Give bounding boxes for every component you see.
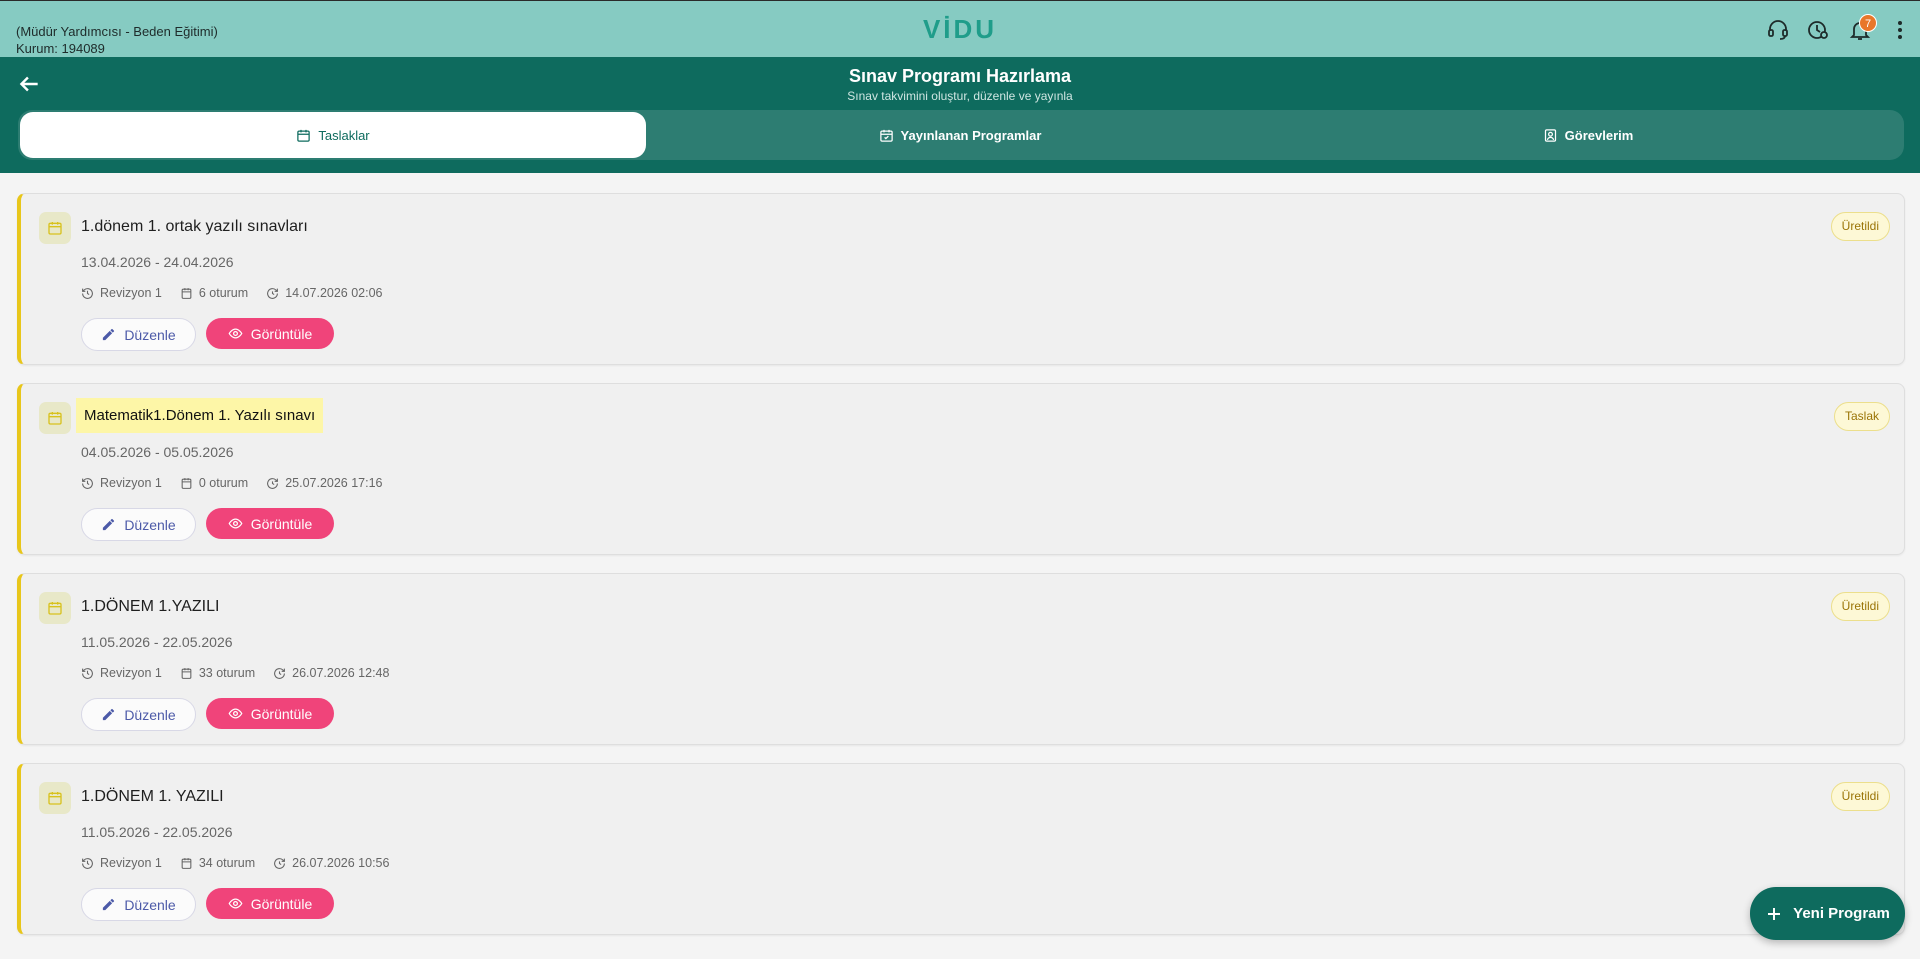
pencil-icon: [103, 708, 115, 721]
history-icon: [82, 857, 93, 869]
tab-taslaklar[interactable]: Taslaklar: [20, 112, 646, 158]
calendar-small-icon: [181, 667, 192, 679]
tab-gorevlerim[interactable]: Görevlerim: [1274, 112, 1902, 158]
top-bar: (Müdür Yardımcısı - Beden Eğitimi) Kurum…: [0, 0, 1920, 57]
view-button[interactable]: Görüntüle: [206, 888, 334, 919]
bell-icon[interactable]: 7: [1848, 14, 1877, 42]
eye-icon: [228, 898, 243, 909]
edit-button[interactable]: Düzenle: [81, 698, 196, 731]
history-icon: [82, 477, 93, 489]
app-logo: VİDU: [922, 14, 998, 44]
calendar-check-icon: [879, 129, 893, 142]
revision-info: Revizyon 1: [81, 286, 162, 300]
revision-info: Revizyon 1: [81, 856, 162, 870]
program-card: 1.dönem 1. ortak yazılı sınavları 13.04.…: [17, 193, 1905, 365]
view-button[interactable]: Görüntüle: [206, 508, 334, 539]
view-button[interactable]: Görüntüle: [206, 698, 334, 729]
calendar-edit-icon: [297, 129, 311, 142]
tab-label: Taslaklar: [318, 127, 370, 143]
calendar-icon: [39, 402, 71, 434]
view-button[interactable]: Görüntüle: [206, 318, 334, 349]
edit-button[interactable]: Düzenle: [81, 508, 196, 541]
page-header: Sınav Programı Hazırlama Sınav takvimini…: [0, 57, 1920, 173]
history-icon: [82, 287, 93, 299]
update-icon: [274, 667, 286, 679]
edit-button[interactable]: Düzenle: [81, 888, 196, 921]
pencil-icon: [103, 328, 115, 341]
clock-settings-icon[interactable]: [1806, 18, 1830, 42]
updated-info: 25.07.2026 17:16: [266, 476, 383, 490]
status-badge: Üretildi: [1830, 592, 1890, 621]
revision-info: Revizyon 1: [81, 666, 162, 680]
pencil-icon: [103, 518, 115, 531]
program-card: Matematik1.Dönem 1. Yazılı sınavı 04.05.…: [17, 383, 1905, 555]
new-program-button[interactable]: Yeni Program: [1750, 887, 1905, 940]
tab-label: Görevlerim: [1564, 127, 1634, 143]
history-icon: [82, 667, 93, 679]
edit-button[interactable]: Düzenle: [81, 318, 196, 351]
update-icon: [267, 477, 279, 489]
status-badge: Taslak: [1833, 402, 1890, 431]
program-dates: 13.04.2026 - 24.04.2026: [81, 254, 234, 270]
calendar-small-icon: [181, 857, 192, 869]
status-badge: Üretildi: [1830, 782, 1890, 811]
notification-badge: 7: [1859, 14, 1877, 32]
program-dates: 04.05.2026 - 05.05.2026: [81, 444, 234, 460]
program-dates: 11.05.2026 - 22.05.2026: [81, 634, 233, 650]
revision-info: Revizyon 1: [81, 476, 162, 490]
updated-info: 26.07.2026 12:48: [273, 666, 389, 680]
calendar-icon: [39, 592, 71, 624]
update-icon: [267, 287, 279, 299]
calendar-small-icon: [181, 477, 192, 489]
program-dates: 11.05.2026 - 22.05.2026: [81, 824, 233, 840]
tab-yayinlanan-programlar[interactable]: Yayınlanan Programlar: [646, 112, 1274, 158]
page-subtitle: Sınav takvimini oluştur, düzenle ve yayı…: [847, 89, 1073, 103]
updated-info: 26.07.2026 10:56: [273, 856, 389, 870]
more-vert-icon[interactable]: [1888, 18, 1912, 42]
eye-icon: [228, 708, 243, 719]
tab-bar: Taslaklar Yayınlanan Programlar Görevler…: [18, 110, 1904, 160]
session-info: 6 oturum: [180, 286, 248, 300]
eye-icon: [228, 328, 243, 339]
program-title: 1.dönem 1. ortak yazılı sınavları: [81, 218, 308, 235]
program-meta: Revizyon 1 33 oturum 26.07.2026 12:48: [81, 666, 389, 680]
update-icon: [274, 857, 286, 869]
session-info: 34 oturum: [180, 856, 255, 870]
program-card: 1.DÖNEM 1. YAZILI 11.05.2026 - 22.05.202…: [17, 763, 1905, 935]
program-meta: Revizyon 1 6 oturum 14.07.2026 02:06: [81, 286, 383, 300]
program-title: Matematik1.Dönem 1. Yazılı sınavı: [76, 398, 324, 433]
calendar-small-icon: [181, 287, 192, 299]
program-meta: Revizyon 1 34 oturum 26.07.2026 10:56: [81, 856, 389, 870]
status-badge: Üretildi: [1830, 212, 1890, 241]
assignment-ind-icon: [1544, 128, 1556, 142]
calendar-icon: [39, 212, 71, 244]
session-info: 0 oturum: [180, 476, 248, 490]
calendar-icon: [39, 782, 71, 814]
support-agent-icon[interactable]: [1766, 18, 1790, 42]
updated-info: 14.07.2026 02:06: [266, 286, 383, 300]
program-title: 1.DÖNEM 1.YAZILI: [81, 598, 220, 615]
pencil-icon: [103, 898, 115, 911]
eye-icon: [228, 518, 243, 529]
session-info: 33 oturum: [180, 666, 255, 680]
program-title: 1.DÖNEM 1. YAZILI: [81, 788, 224, 805]
program-card: 1.DÖNEM 1.YAZILI 11.05.2026 - 22.05.2026…: [17, 573, 1905, 745]
program-meta: Revizyon 1 0 oturum 25.07.2026 17:16: [81, 476, 383, 490]
page-title: Sınav Programı Hazırlama: [848, 66, 1072, 86]
plus-icon: [1768, 907, 1781, 920]
tab-label: Yayınlanan Programlar: [900, 127, 1042, 143]
